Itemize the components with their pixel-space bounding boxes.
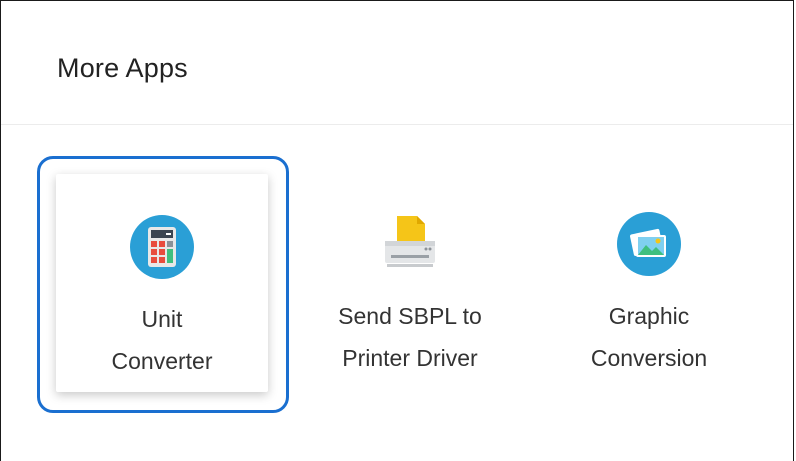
app-label: Unit Converter xyxy=(112,298,213,382)
app-unit-converter[interactable]: Unit Converter xyxy=(37,156,289,413)
app-label: Graphic Conversion xyxy=(591,295,707,379)
app-label-line1: Send SBPL to xyxy=(338,303,482,329)
app-label-line2: Printer Driver xyxy=(342,345,478,371)
image-icon xyxy=(616,211,682,277)
app-label-line1: Graphic xyxy=(608,303,690,329)
app-label-line1: Unit xyxy=(141,306,183,332)
app-card: Unit Converter xyxy=(56,174,268,392)
printer-icon xyxy=(377,211,443,277)
app-send-sbpl[interactable]: Send SBPL to Printer Driver xyxy=(284,156,536,413)
app-label-line2: Converter xyxy=(111,348,213,374)
panel-title: More Apps xyxy=(57,53,188,83)
app-graphic-conversion[interactable]: Graphic Conversion xyxy=(523,156,775,413)
more-apps-panel: More Apps Unit Converter Send SBPL to Pr… xyxy=(0,0,794,461)
app-label: Send SBPL to Printer Driver xyxy=(338,295,482,379)
panel-header: More Apps xyxy=(1,1,793,125)
calculator-icon xyxy=(129,214,195,280)
app-label-line2: Conversion xyxy=(590,345,708,371)
